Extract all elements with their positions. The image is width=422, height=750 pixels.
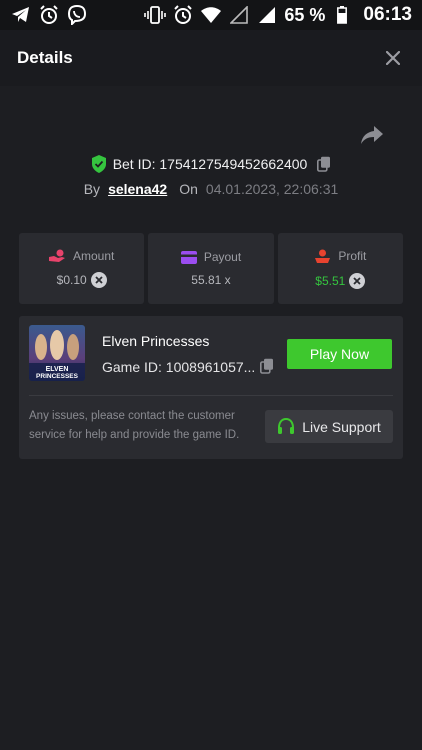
bet-id: Bet ID: 1754127549452662400: [112, 156, 308, 172]
game-title: Elven Princesses: [102, 333, 210, 349]
by-label: By: [83, 181, 101, 197]
stat-payout-value: 55.81 x: [191, 273, 231, 287]
clock: 06:13: [363, 4, 412, 25]
stat-profit-value-row: $5.51: [315, 272, 366, 289]
share-icon[interactable]: [358, 122, 386, 148]
stat-profit-value: $5.51: [315, 273, 346, 288]
stat-amount-label: Amount: [72, 249, 115, 263]
close-circle-icon: [349, 272, 366, 289]
viber-icon: [66, 4, 88, 26]
signal-icon: [256, 4, 278, 26]
signal-empty-icon: [228, 4, 250, 26]
shield-check-icon: [91, 155, 107, 173]
stat-payout-value-row: 55.81 x: [191, 273, 230, 287]
thumbnail-title-line1: ELVEN: [46, 366, 69, 373]
close-icon[interactable]: [381, 46, 405, 70]
status-bar-right: 65 % 06:13: [144, 4, 412, 26]
alarm-icon: [172, 4, 194, 26]
card-icon: [180, 250, 197, 264]
copy-icon[interactable]: [260, 358, 276, 376]
on-label: On: [179, 181, 198, 197]
game-thumbnail[interactable]: ELVEN PRINCESSES: [29, 325, 85, 381]
details-header: Details: [0, 30, 422, 86]
battery-icon: [331, 4, 353, 26]
page-title: Details: [17, 48, 73, 67]
live-support-label: Live Support: [302, 418, 381, 435]
support-notice: Any issues, please contact the customer …: [29, 410, 240, 441]
telegram-icon: [10, 4, 32, 26]
stat-payout: Payout 55.81 x: [148, 233, 274, 304]
game-id: Game ID: 1008961057...: [102, 359, 256, 375]
bet-id-row: Bet ID: 1754127549452662400: [0, 152, 422, 176]
vibrate-icon: [144, 4, 167, 26]
bet-meta-row: By selena42 On 04.01.2023, 22:06:31: [0, 178, 422, 200]
stat-profit-header: Profit: [314, 249, 366, 264]
close-circle-icon: [90, 272, 107, 288]
stat-amount-value-row: $0.10: [57, 272, 107, 288]
stat-amount-header: Amount: [48, 249, 115, 263]
alarm-icon: [38, 4, 60, 26]
bet-stats: Amount $0.10 Payout 55.81 x Profit $5.51: [19, 233, 403, 304]
stat-profit: Profit $5.51: [277, 233, 403, 304]
status-bar-left: [10, 4, 88, 26]
status-bar: 65 % 06:13: [0, 0, 422, 30]
headset-icon: [277, 418, 295, 435]
copy-icon[interactable]: [317, 156, 331, 172]
wifi-icon: [200, 4, 222, 26]
stat-payout-header: Payout: [180, 250, 242, 264]
thumbnail-title-line2: PRINCESSES: [36, 373, 79, 380]
live-support-button[interactable]: Live Support: [265, 410, 393, 443]
battery-percent: 65 %: [284, 4, 326, 25]
hand-coin-icon: [48, 249, 66, 263]
profit-icon: [314, 249, 331, 264]
divider: [29, 395, 393, 396]
stat-profit-label: Profit: [338, 249, 367, 263]
stat-payout-label: Payout: [203, 250, 242, 264]
play-now-button[interactable]: Play Now: [287, 339, 392, 369]
game-card: ELVEN PRINCESSES Elven Princesses Game I…: [19, 316, 403, 459]
stat-amount-value: $0.10: [56, 273, 87, 287]
bet-date: 04.01.2023, 22:06:31: [205, 181, 339, 197]
stat-amount: Amount $0.10: [19, 233, 145, 304]
username-link[interactable]: selena42: [108, 181, 167, 197]
